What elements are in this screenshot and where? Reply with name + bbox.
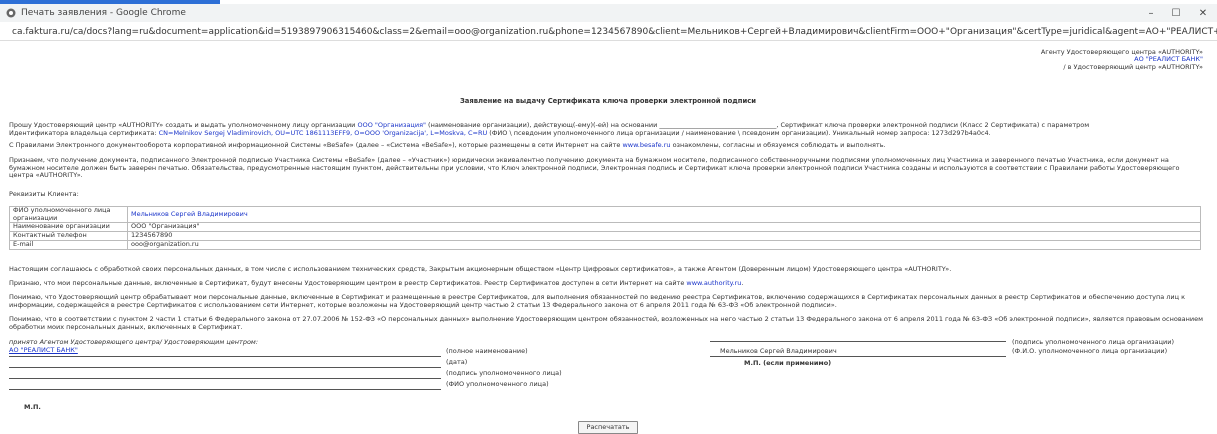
label-full-name: (полное наименование) bbox=[446, 347, 528, 355]
p2-text-b: ознакомлены, согласны и обязуемся соблюд… bbox=[670, 141, 886, 149]
p5-text-a: Признаю, что мои персональные данные, вк… bbox=[9, 279, 687, 287]
p1-text-c: Идентификатора владельца сертификата: bbox=[9, 128, 159, 137]
requisites-label: Реквизиты Клиента: bbox=[9, 190, 79, 198]
p1-text-d: (ФИО \ псевдоним уполномоченного лица ор… bbox=[487, 128, 991, 137]
paragraph-registry: Признаю, что мои персональные данные, вк… bbox=[9, 279, 1204, 288]
paragraph-legal-basis: Понимаю, что в соответствии с пунктом 2 … bbox=[9, 315, 1204, 331]
row-value: ooo@organization.ru bbox=[127, 240, 1201, 251]
label-date: (дата) bbox=[446, 358, 468, 366]
url-text[interactable]: ca.faktura.ru/ca/docs?lang=ru&document=a… bbox=[12, 27, 1217, 37]
print-button[interactable]: Распечатать bbox=[578, 421, 638, 434]
document-title: Заявление на выдачу Сертификата ключа пр… bbox=[459, 97, 757, 105]
maximize-button[interactable]: ☐ bbox=[1164, 4, 1188, 22]
besafe-link[interactable]: www.besafe.ru bbox=[622, 141, 670, 149]
signer-name: Мельников Сергей Владимирович bbox=[720, 347, 837, 355]
table-row: Контактный телефон 1234567890 bbox=[9, 231, 1201, 242]
authority-link[interactable]: www.authority.ru bbox=[686, 279, 741, 287]
paragraph-processing: Понимаю, что Удостоверяющий центр обраба… bbox=[9, 293, 1186, 309]
row-label: Контактный телефон bbox=[9, 231, 128, 242]
table-row: E-mail ooo@organization.ru bbox=[9, 240, 1201, 251]
close-button[interactable]: ✕ bbox=[1191, 4, 1215, 22]
label-org-signature: (подпись уполномоченного лица организаци… bbox=[1012, 338, 1174, 346]
row-value: Мельников Сергей Владимирович bbox=[127, 205, 1201, 224]
chrome-icon bbox=[6, 8, 16, 18]
label-org-fio: (Ф.И.О. уполномоченного лица организации… bbox=[1012, 347, 1168, 355]
paragraph-consent: Настоящим соглашаюсь с обработкой своих … bbox=[9, 265, 952, 273]
p2-text-a: С Правилами Электронного документооборот… bbox=[9, 141, 623, 149]
addressee-line-3: / в Удостоверяющий центр «AUTHORITY» bbox=[1063, 62, 1203, 71]
sig-line bbox=[710, 356, 1006, 357]
sig-line bbox=[710, 341, 1006, 342]
window-titlebar: Печать заявления - Google Chrome – ☐ ✕ bbox=[0, 4, 1217, 22]
stamp-label: М.П. (если применимо) bbox=[744, 359, 832, 367]
mp-label: М.П. bbox=[24, 403, 41, 411]
address-bar[interactable]: ca.faktura.ru/ca/docs?lang=ru&document=a… bbox=[0, 23, 1217, 41]
p1-dn: CN=Melnikov Sergej Vladimirovich, OU=UTC… bbox=[158, 128, 488, 137]
table-row: ФИО уполномоченного лица организации Мел… bbox=[9, 205, 1201, 224]
table-row: Наименование организации ООО "Организаци… bbox=[9, 222, 1201, 233]
row-value: 1234567890 bbox=[127, 231, 1201, 242]
requisites-table: ФИО уполномоченного лица организации Мел… bbox=[9, 205, 1201, 251]
row-label: E-mail bbox=[9, 240, 128, 251]
sig-line bbox=[9, 389, 441, 390]
row-label: ФИО уполномоченного лица организации bbox=[9, 205, 128, 224]
sig-line bbox=[9, 378, 441, 379]
sig-line bbox=[9, 356, 441, 357]
label-fio: (ФИО уполномоченного лица) bbox=[446, 380, 549, 388]
addressee-block: Агенту Удостоверяющего центра «AUTHORITY… bbox=[1041, 48, 1203, 71]
minimize-button[interactable]: – bbox=[1139, 4, 1163, 22]
paragraph-rules: С Правилами Электронного документооборот… bbox=[9, 141, 1204, 150]
paragraph-acknowledge: Признаем, что получение документа, подпи… bbox=[9, 156, 1180, 180]
window-title: Печать заявления - Google Chrome bbox=[21, 8, 186, 18]
label-signature: (подпись уполномоченного лица) bbox=[446, 369, 562, 377]
paragraph-request: Прошу Удостоверяющий центр «AUTHORITY» с… bbox=[9, 121, 1204, 137]
row-label: Наименование организации bbox=[9, 222, 128, 233]
sig-line bbox=[9, 367, 441, 368]
row-value: ООО "Организация" bbox=[127, 222, 1201, 233]
p5-text-b: . bbox=[741, 279, 744, 287]
